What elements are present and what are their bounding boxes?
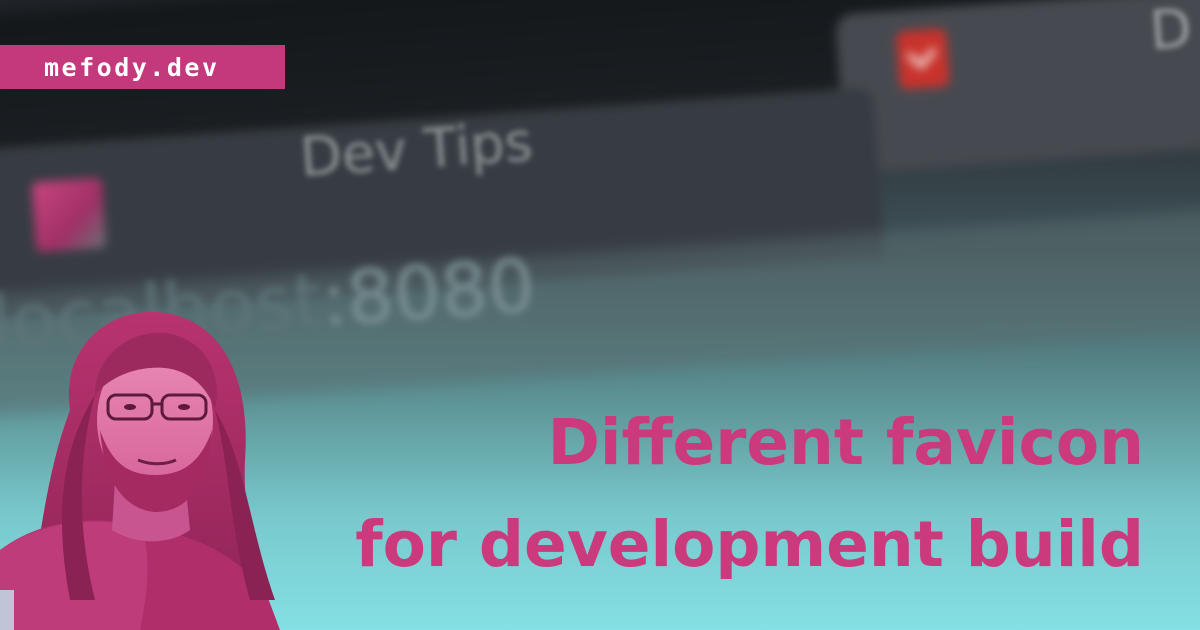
author-portrait <box>0 300 300 630</box>
browser-tab-inactive <box>834 0 1200 175</box>
tab-title-partial: D <box>1147 0 1194 63</box>
headline-line-2: for development build <box>355 508 1144 582</box>
brand-tag: mefody.dev <box>0 45 285 89</box>
brand-label: mefody.dev <box>44 52 220 82</box>
url-port: :8080 <box>319 243 538 344</box>
prod-favicon-icon <box>896 28 950 90</box>
portrait-illustration <box>0 311 280 630</box>
dev-favicon-icon <box>31 177 107 253</box>
headline: Different favicon for development build <box>355 392 1144 596</box>
headline-line-1: Different favicon <box>547 406 1144 479</box>
